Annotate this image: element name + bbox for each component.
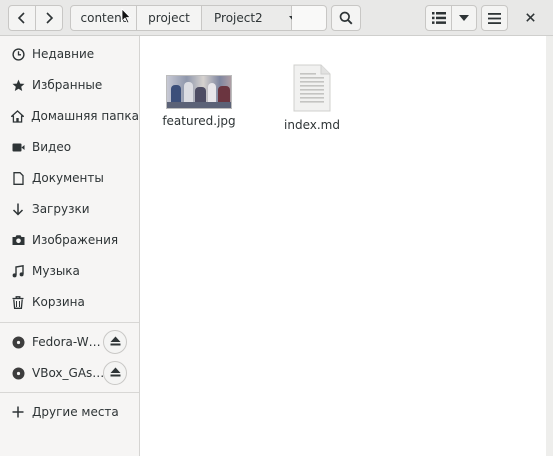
eject-button[interactable] (103, 361, 127, 385)
eject-icon (110, 366, 121, 380)
header-bar: content project Project2 (0, 0, 553, 36)
video-icon (11, 140, 25, 154)
sidebar-item-label: Недавние (32, 47, 95, 61)
image-thumbnail (166, 75, 232, 109)
sidebar-item-documents[interactable]: Документы (0, 164, 139, 192)
breadcrumb: content project Project2 (70, 5, 327, 31)
camera-icon (11, 233, 25, 247)
search-icon (339, 11, 353, 25)
breadcrumb-project2[interactable]: Project2 (202, 5, 299, 31)
sidebar-item-label: Изображения (32, 233, 119, 247)
sidebar-item-music[interactable]: Музыка (0, 257, 139, 285)
chevron-left-icon (17, 12, 27, 24)
sidebar-item-starred[interactable]: Избранные (0, 71, 139, 99)
sidebar-item-home[interactable]: Домашняя папка (0, 102, 139, 130)
sidebar-item-label: Видео (32, 140, 72, 154)
list-view-icon (431, 12, 446, 24)
sidebar-item-device-vbox[interactable]: VBox_GAs… (0, 359, 139, 387)
chevron-right-icon (44, 12, 54, 24)
document-icon (11, 171, 25, 185)
mouse-pointer-icon (121, 8, 132, 27)
sidebar-item-pictures[interactable]: Изображения (0, 226, 139, 254)
sidebar-item-downloads[interactable]: Загрузки (0, 195, 139, 223)
star-icon (11, 78, 25, 92)
sidebar-item-label: Загрузки (32, 202, 90, 216)
file-name: index.md (284, 118, 340, 132)
disc-icon (11, 366, 25, 380)
sidebar-item-label: Домашняя папка (31, 109, 139, 123)
sidebar: Недавние Избранные Домашняя папка Видео … (0, 36, 140, 456)
sidebar-item-label: VBox_GAs… (32, 366, 105, 380)
back-button[interactable] (8, 5, 36, 31)
file-view: featured.jpg index.md (140, 36, 553, 456)
breadcrumb-empty-slot[interactable] (292, 5, 327, 31)
music-note-icon (11, 264, 25, 278)
close-window-button[interactable] (521, 9, 539, 27)
sidebar-item-trash[interactable]: Корзина (0, 288, 139, 316)
file-name: featured.jpg (162, 114, 236, 128)
text-document-icon (293, 64, 331, 115)
view-options-button[interactable] (451, 5, 477, 31)
sidebar-item-label: Fedora-W… (32, 335, 101, 349)
sidebar-item-label: Другие места (32, 405, 119, 419)
file-item-index-md[interactable]: index.md (267, 64, 357, 132)
sidebar-divider (0, 322, 139, 323)
trash-icon (11, 295, 25, 309)
main-menu-button[interactable] (481, 5, 508, 31)
sidebar-item-videos[interactable]: Видео (0, 133, 139, 161)
sidebar-item-label: Музыка (32, 264, 80, 278)
forward-button[interactable] (35, 5, 63, 31)
hamburger-menu-icon (488, 12, 501, 24)
breadcrumb-project[interactable]: project (137, 5, 202, 31)
view-mode-button[interactable] (425, 5, 452, 31)
sidebar-item-label: Документы (32, 171, 104, 185)
breadcrumb-project2-label: Project2 (214, 11, 263, 25)
disc-icon (11, 335, 25, 349)
home-icon (11, 109, 25, 123)
window-edge (546, 36, 553, 456)
sidebar-item-other-locations[interactable]: Другие места (0, 398, 139, 426)
sidebar-divider (0, 392, 139, 393)
triangle-down-icon (459, 15, 469, 21)
eject-button[interactable] (103, 330, 127, 354)
sidebar-item-recent[interactable]: Недавние (0, 40, 139, 68)
eject-icon (110, 335, 121, 349)
sidebar-item-label: Избранные (32, 78, 103, 92)
plus-icon (11, 405, 25, 419)
file-item-featured-jpg[interactable]: featured.jpg (154, 72, 244, 128)
sidebar-item-label: Корзина (32, 295, 85, 309)
sidebar-item-device-fedora[interactable]: Fedora-W… (0, 328, 139, 356)
close-icon (525, 11, 535, 25)
download-arrow-icon (11, 202, 25, 216)
search-button[interactable] (331, 5, 361, 31)
recent-clock-icon (11, 47, 25, 61)
